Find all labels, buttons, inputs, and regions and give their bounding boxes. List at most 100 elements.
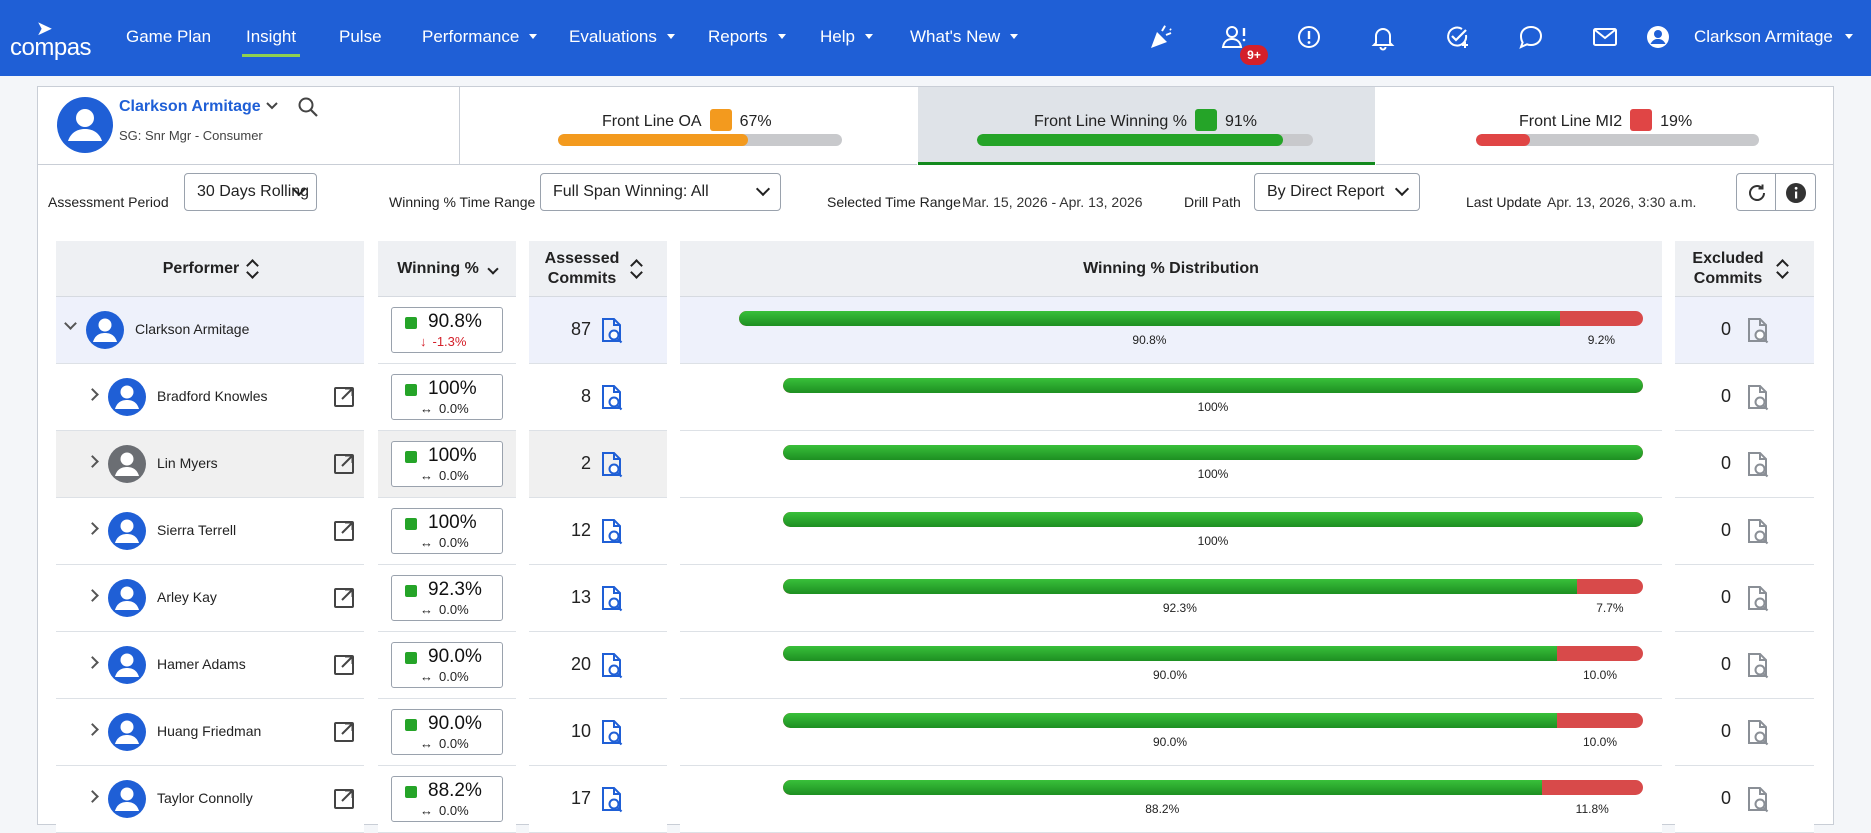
- assessed-cell: 10: [529, 699, 667, 766]
- nav-item-performance[interactable]: Performance: [422, 27, 538, 47]
- drill-path-select[interactable]: By Direct Report: [1254, 173, 1420, 211]
- refresh-button[interactable]: [1736, 173, 1776, 211]
- user-icon[interactable]: [1643, 22, 1673, 52]
- view-excluded-icon[interactable]: [1745, 652, 1771, 680]
- view-excluded-icon[interactable]: [1745, 317, 1771, 345]
- view-commits-icon[interactable]: [599, 384, 625, 412]
- info-button[interactable]: [1776, 173, 1816, 211]
- view-commits-icon[interactable]: [599, 317, 625, 345]
- distribution-bar[interactable]: [739, 311, 1643, 326]
- distribution-bar[interactable]: [783, 713, 1643, 728]
- view-excluded-icon[interactable]: [1745, 384, 1771, 412]
- assessment-period-select[interactable]: 30 Days Rolling: [184, 173, 317, 211]
- avatar: [108, 512, 146, 550]
- winning-segment-label: 88.2%: [1145, 802, 1180, 816]
- compas-logo[interactable]: ➤ compas: [10, 16, 92, 61]
- distribution-bar[interactable]: [783, 445, 1643, 460]
- distribution-bar[interactable]: [783, 579, 1643, 594]
- kpi-tab-2[interactable]: Front Line Winning % 91%: [918, 87, 1375, 165]
- nav-item-help[interactable]: Help: [820, 27, 873, 47]
- view-excluded-icon[interactable]: [1745, 786, 1771, 814]
- kpi-tab-3[interactable]: Front Line MI2 19%: [1376, 87, 1833, 165]
- excluded-count: 0: [1721, 520, 1732, 540]
- expand-chevron-icon[interactable]: [86, 723, 99, 736]
- distribution-bar[interactable]: [783, 512, 1643, 527]
- nav-item-reports[interactable]: Reports: [708, 27, 786, 47]
- table-row[interactable]: Huang Friedman: [56, 699, 364, 766]
- expand-chevron-icon[interactable]: [86, 388, 99, 401]
- open-external-icon[interactable]: [332, 385, 356, 409]
- winning-header-cell[interactable]: Winning %: [378, 241, 516, 297]
- view-excluded-icon[interactable]: [1745, 719, 1771, 747]
- performer-name[interactable]: Bradford Knowles: [157, 388, 268, 404]
- table-row[interactable]: Arley Kay: [56, 565, 364, 632]
- view-commits-icon[interactable]: [599, 652, 625, 680]
- view-commits-icon[interactable]: [599, 719, 625, 747]
- celebrate-icon[interactable]: [1146, 22, 1176, 52]
- bell-icon[interactable]: [1368, 22, 1398, 52]
- expand-chevron-icon[interactable]: [86, 656, 99, 669]
- performer-name-link[interactable]: Clarkson Armitage: [119, 98, 261, 116]
- winning-delta: ↔ 0.0%: [420, 736, 469, 751]
- nav-item-label: Pulse: [339, 27, 382, 46]
- table-row[interactable]: Bradford Knowles: [56, 364, 364, 431]
- table-row[interactable]: Sierra Terrell: [56, 498, 364, 565]
- nav-item-insight[interactable]: Insight: [241, 27, 301, 57]
- excluded-header-cell[interactable]: Excluded Commits: [1675, 241, 1814, 297]
- open-external-icon[interactable]: [332, 720, 356, 744]
- view-commits-icon[interactable]: [599, 518, 625, 546]
- view-excluded-icon[interactable]: [1745, 585, 1771, 613]
- table-row[interactable]: Taylor Connolly: [56, 766, 364, 833]
- open-external-icon[interactable]: [332, 653, 356, 677]
- task-check-icon[interactable]: [1442, 22, 1472, 52]
- chat-icon[interactable]: [1516, 22, 1546, 52]
- chevron-down-icon: [864, 34, 873, 39]
- table-row[interactable]: Clarkson Armitage: [56, 297, 364, 364]
- assessed-header-cell[interactable]: Assessed Commits: [529, 241, 667, 297]
- nav-item-what-s-new[interactable]: What's New: [910, 27, 1019, 47]
- view-excluded-icon[interactable]: [1745, 451, 1771, 479]
- open-external-icon[interactable]: [332, 586, 356, 610]
- view-commits-icon[interactable]: [599, 786, 625, 814]
- performer-name[interactable]: Clarkson Armitage: [135, 321, 249, 337]
- open-external-icon[interactable]: [332, 452, 356, 476]
- expand-chevron-icon[interactable]: [86, 455, 99, 468]
- view-commits-icon[interactable]: [599, 585, 625, 613]
- expand-chevron-icon[interactable]: [86, 522, 99, 535]
- winning-cell: 100% ↔ 0.0%: [378, 431, 516, 498]
- expand-chevron-icon[interactable]: [86, 790, 99, 803]
- view-commits-icon[interactable]: [599, 451, 625, 479]
- performer-subtitle: SG: Snr Mgr - Consumer: [119, 128, 263, 143]
- kpi-tab-1[interactable]: Front Line OA 67%: [460, 87, 917, 165]
- performer-name[interactable]: Arley Kay: [157, 589, 217, 605]
- mail-icon[interactable]: [1590, 22, 1620, 52]
- sort-icon: [631, 258, 641, 280]
- performer-name[interactable]: Huang Friedman: [157, 723, 261, 739]
- table-row[interactable]: Hamer Adams: [56, 632, 364, 699]
- arrow-left-right-icon: ↔: [420, 602, 433, 617]
- winning-range-select[interactable]: Full Span Winning: All: [540, 173, 781, 211]
- performer-name[interactable]: Taylor Connolly: [157, 790, 253, 806]
- nav-item-evaluations[interactable]: Evaluations: [569, 27, 675, 47]
- performer-name[interactable]: Lin Myers: [157, 455, 218, 471]
- winning-value-box: 100% ↔ 0.0%: [391, 441, 503, 487]
- expand-chevron-icon[interactable]: [86, 589, 99, 602]
- collapse-chevron-icon[interactable]: [64, 317, 77, 330]
- winning-delta: ↔ 0.0%: [420, 468, 469, 483]
- performer-header-cell[interactable]: Performer: [56, 241, 364, 297]
- user-menu[interactable]: Clarkson Armitage: [1694, 27, 1853, 47]
- view-excluded-icon[interactable]: [1745, 518, 1771, 546]
- distribution-bar[interactable]: [783, 780, 1643, 795]
- alert-icon[interactable]: [1294, 22, 1324, 52]
- performer-name[interactable]: Sierra Terrell: [157, 522, 236, 538]
- open-external-icon[interactable]: [332, 519, 356, 543]
- open-external-icon[interactable]: [332, 787, 356, 811]
- table-row[interactable]: Lin Myers: [56, 431, 364, 498]
- distribution-bar[interactable]: [783, 378, 1643, 393]
- performer-switch-chevron-icon[interactable]: [264, 97, 280, 118]
- performer-name[interactable]: Hamer Adams: [157, 656, 246, 672]
- distribution-bar[interactable]: [783, 646, 1643, 661]
- nav-item-pulse[interactable]: Pulse: [339, 27, 382, 47]
- nav-item-game-plan[interactable]: Game Plan: [126, 27, 211, 47]
- search-icon[interactable]: [296, 95, 320, 119]
